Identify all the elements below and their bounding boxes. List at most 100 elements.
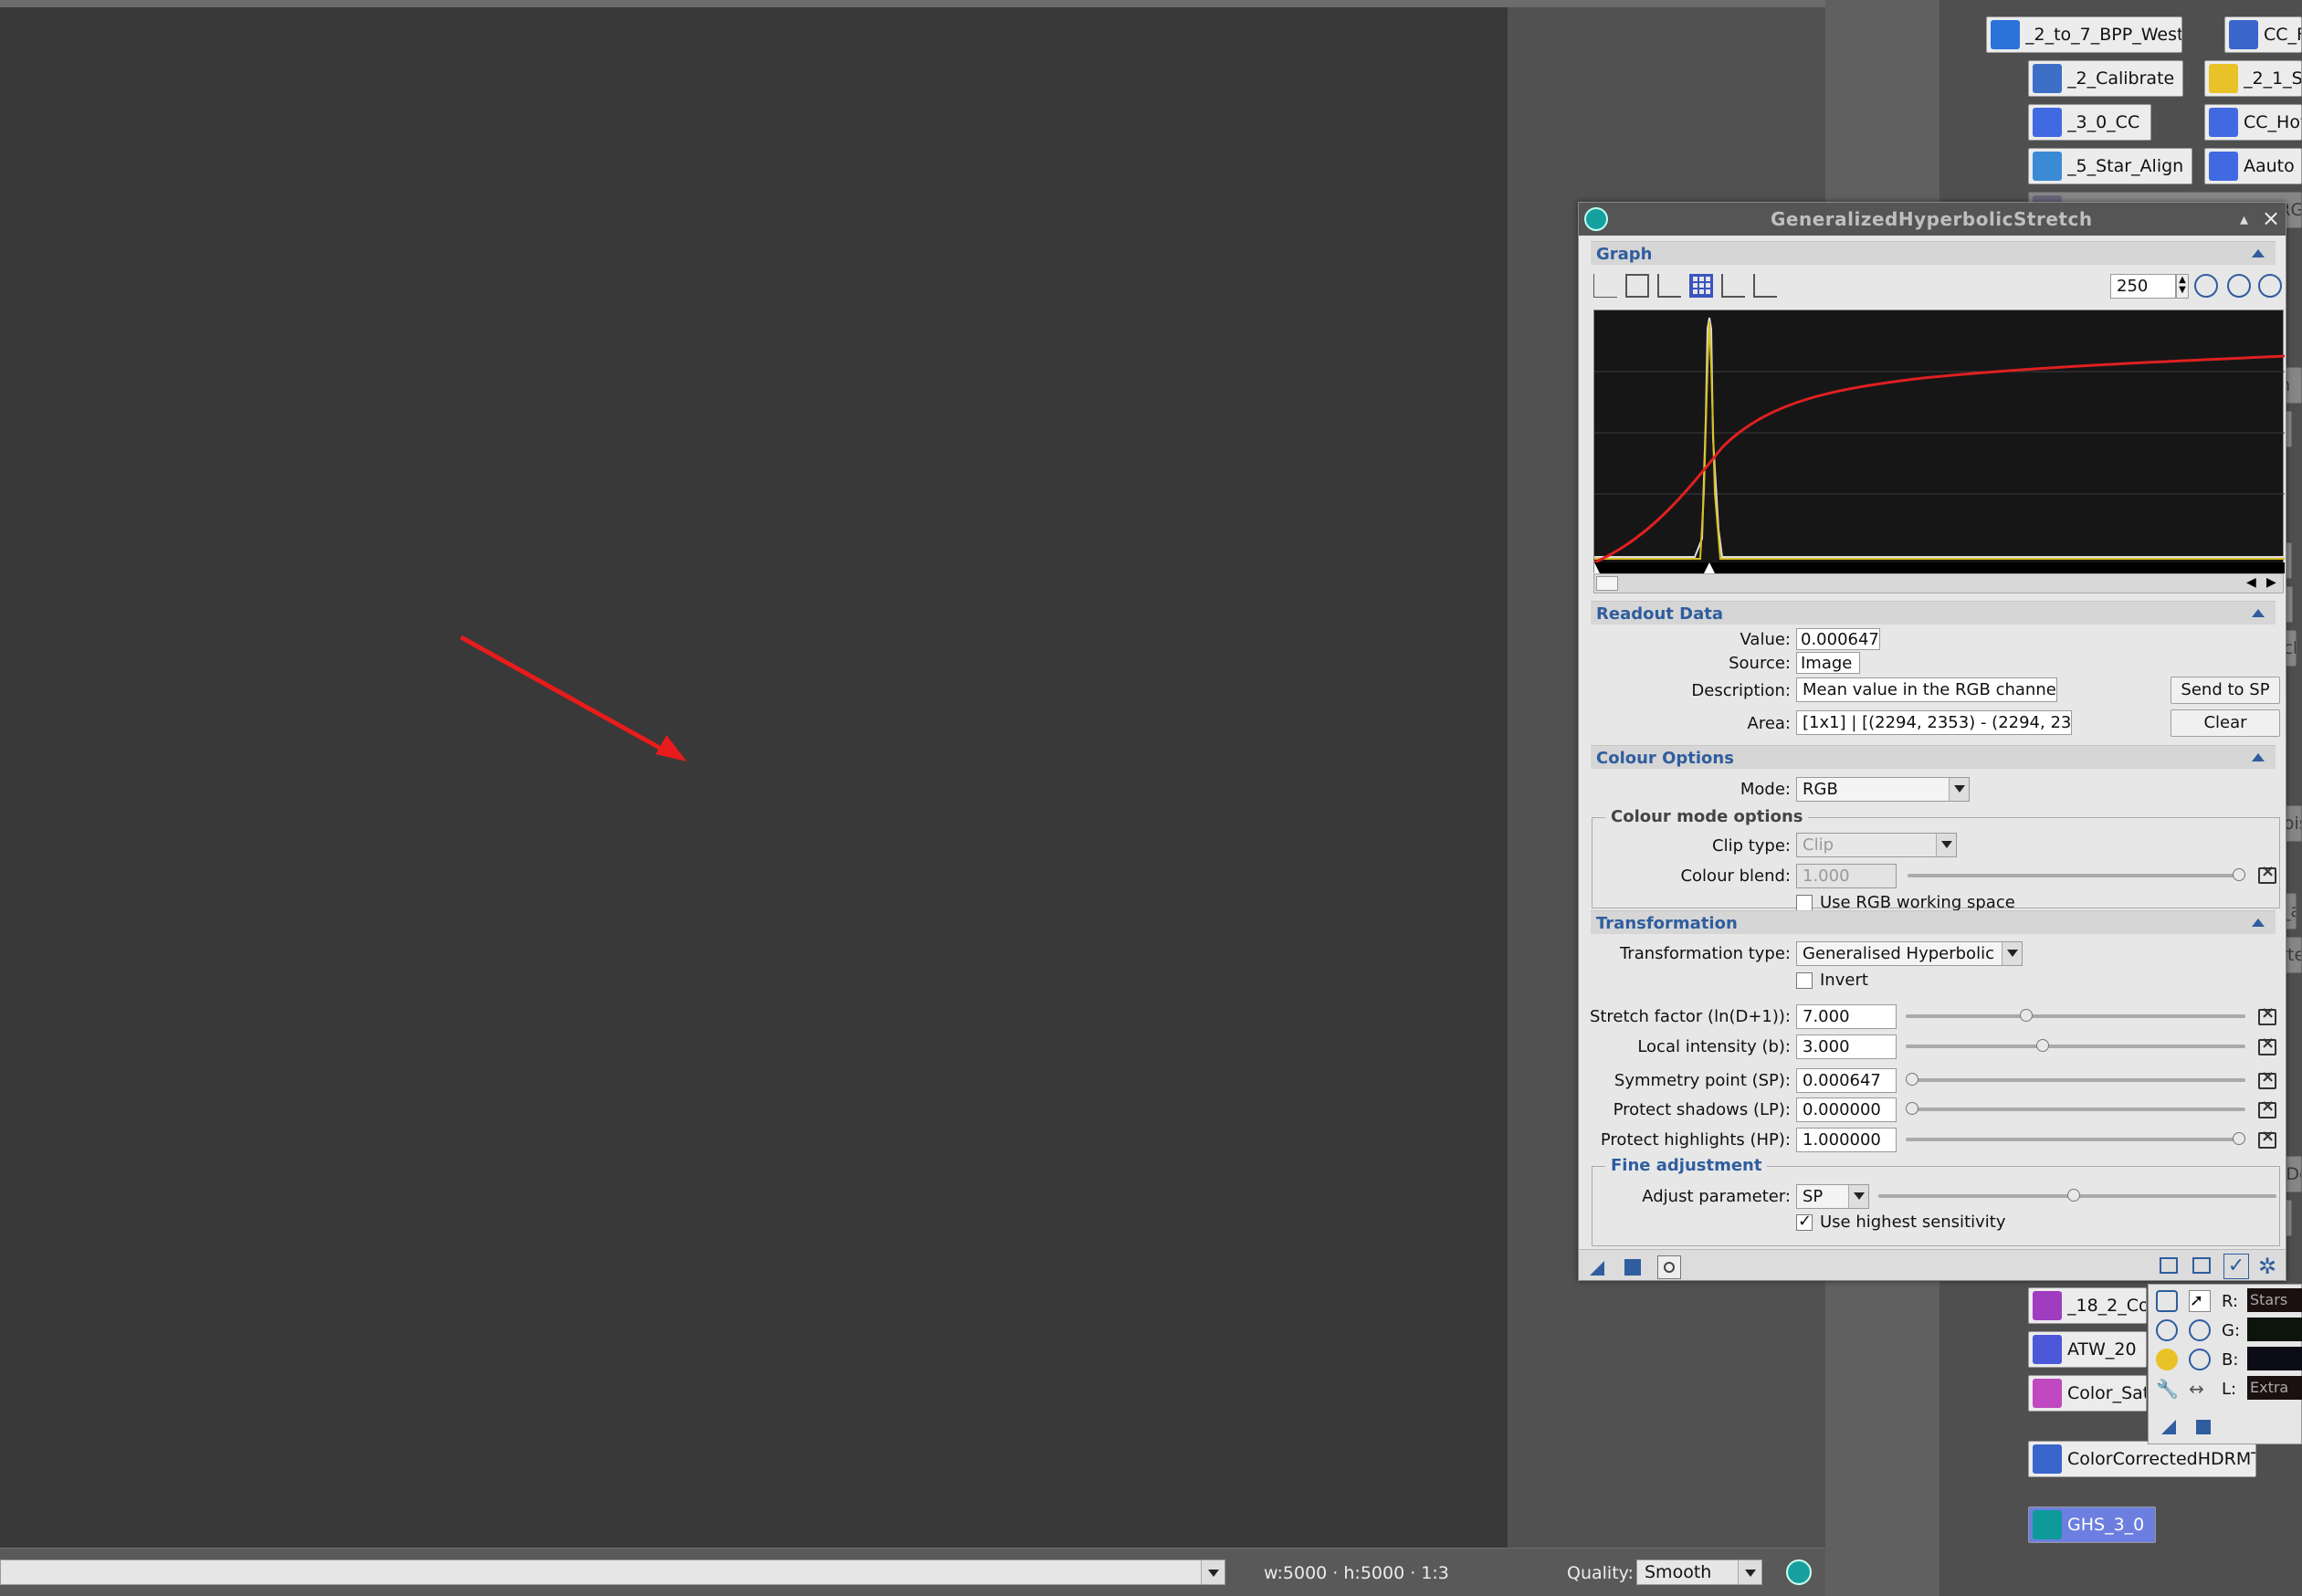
zoom-out-icon[interactable] [2227,274,2251,298]
process-icon[interactable]: Aauto [2204,148,2302,184]
quality-combo[interactable]: Smooth [1636,1559,1762,1585]
reset-icon[interactable] [2256,1097,2276,1118]
image-view[interactable] [0,7,1508,1548]
scroll-right-icon[interactable]: ▶ [2266,575,2276,590]
new-instance-icon[interactable] [2161,1420,2176,1434]
zoom-fit-icon[interactable] [2258,274,2282,298]
apply-global-icon[interactable] [2196,1420,2211,1434]
g-channel[interactable] [2247,1318,2302,1341]
colour-blend-slider[interactable] [1908,868,2245,881]
window-titlebar[interactable]: GeneralizedHyperbolicStretch ▴ × [1579,203,2286,236]
link-icon[interactable] [2156,1290,2178,1312]
param-slider[interactable] [1906,1132,2245,1145]
process-icon[interactable]: _2_1_Su [2204,60,2302,97]
pointer-icon[interactable]: ➚ [2189,1290,2211,1312]
radiation-icon[interactable] [2156,1349,2178,1370]
collapse-icon[interactable] [2252,247,2265,259]
section-readout[interactable]: Readout Data [1591,601,2276,625]
close-icon[interactable]: × [2262,205,2280,231]
slider-handle[interactable] [2036,1039,2050,1052]
slider-handle[interactable] [2066,1189,2080,1202]
reset-icon[interactable] [2256,862,2276,884]
adjust-parameter-slider[interactable] [1878,1189,2276,1202]
grid-icon[interactable] [1689,274,1713,298]
curve-icon[interactable] [1657,274,1681,298]
param-input[interactable]: 3.000 [1796,1034,1897,1059]
log-graph-icon[interactable] [1721,274,1745,298]
document-icon[interactable] [2192,1257,2211,1274]
section-colour[interactable]: Colour Options [1591,745,2276,769]
param-input[interactable]: 7.000 [1796,1004,1897,1029]
process-icon[interactable]: CC_F [2224,16,2302,53]
histogram-icon[interactable] [1625,274,1649,298]
new-instance-icon[interactable] [1590,1261,1604,1276]
view-selector-combo[interactable] [0,1559,1225,1585]
l-channel[interactable]: Extra [2247,1376,2302,1400]
apply-check-icon[interactable]: ✓ [2223,1254,2249,1279]
param-slider[interactable] [1906,1009,2245,1022]
colour-blend-input[interactable]: 1.000 [1796,864,1897,888]
graph-scrollbar[interactable]: ◀ ▶ [1593,573,2284,593]
realtime-preview-button[interactable] [1657,1255,1681,1279]
slider-handle[interactable] [2233,1132,2245,1145]
scroll-thumb[interactable] [1596,576,1618,591]
scroll-left-icon[interactable]: ◀ [2246,575,2256,590]
send-to-sp-button[interactable]: Send to SP [2171,677,2280,704]
param-input[interactable]: 1.000000 [1796,1128,1897,1152]
param-input[interactable]: 0.000000 [1796,1097,1897,1122]
zoom-spin[interactable]: ▲ ▼ [2176,274,2189,299]
process-icon[interactable]: _2_Calibrate [2028,60,2183,97]
zoom-input[interactable]: 250 [2110,274,2176,299]
expand-icon[interactable]: ✲ [2258,1254,2282,1279]
mode-combo[interactable]: RGB [1796,777,1970,802]
transformation-type-combo[interactable]: Generalised Hyperbolic [1796,941,2023,966]
param-slider[interactable] [1906,1039,2245,1052]
process-icon[interactable]: _5_Star_Align [2028,148,2192,184]
zoom-in-icon[interactable] [2156,1319,2178,1341]
slider-handle[interactable] [2233,868,2245,881]
collapse-icon[interactable] [2252,606,2265,619]
wrench-icon[interactable]: 🔧 [2156,1378,2179,1400]
zoom-out-icon[interactable] [2189,1349,2211,1370]
stats-icon[interactable] [1753,274,1777,298]
process-icon[interactable]: _2_to_7_BPP_West [1986,16,2182,53]
highest-sensitivity-checkbox[interactable] [1796,1212,1813,1231]
use-rgb-ws-checkbox[interactable] [1796,895,1813,911]
r-channel[interactable]: Stars [2247,1288,2302,1312]
zoom-in-icon[interactable] [2189,1319,2211,1341]
apply-global-icon[interactable] [1624,1259,1641,1276]
param-input[interactable]: 0.000647 [1796,1068,1897,1093]
zoom-in-icon[interactable] [2194,274,2218,298]
process-icon[interactable]: _18_2_Col [2028,1287,2147,1324]
clip-type-combo[interactable]: Clip [1796,833,1957,857]
b-channel[interactable] [2247,1347,2302,1370]
section-transformation[interactable]: Transformation [1591,910,2276,934]
ghs-process-icon[interactable] [1786,1559,1812,1585]
slider-handle[interactable] [1906,1102,1918,1115]
reset-icon[interactable] [2256,1003,2276,1025]
reset-icon[interactable] [2256,1034,2276,1055]
param-slider[interactable] [1906,1102,2245,1115]
process-icon[interactable]: CC_Hot [2204,104,2302,141]
adjust-parameter-combo[interactable]: SP [1796,1184,1869,1209]
clear-button[interactable]: Clear [2171,709,2280,737]
collapse-icon[interactable] [2252,916,2265,929]
reset-window-icon[interactable] [2160,1257,2178,1274]
shade-icon[interactable]: ▴ [2240,210,2256,229]
slider-handle[interactable] [1906,1073,1918,1086]
process-icon[interactable]: ColorCorrectedHDRMT [2028,1441,2256,1477]
resize-horizontal-icon[interactable]: ↔ [2189,1378,2211,1400]
process-icon[interactable]: _3_0_CC [2028,104,2151,141]
section-graph[interactable]: Graph [1591,241,2276,265]
slider-handle[interactable] [2020,1009,2034,1022]
process-icon[interactable]: GHS_3_0 [2028,1507,2156,1543]
collapse-icon[interactable] [2252,751,2265,763]
linear-graph-icon[interactable] [1593,274,1617,298]
reset-icon[interactable] [2256,1067,2276,1089]
invert-checkbox[interactable] [1796,972,1813,989]
param-slider[interactable] [1906,1073,2245,1086]
transformation-graph[interactable] [1593,310,2286,573]
process-icon[interactable]: ATW_20 [2028,1331,2147,1368]
process-icon[interactable]: Color_Satu [2028,1375,2147,1412]
reset-icon[interactable] [2256,1127,2276,1149]
